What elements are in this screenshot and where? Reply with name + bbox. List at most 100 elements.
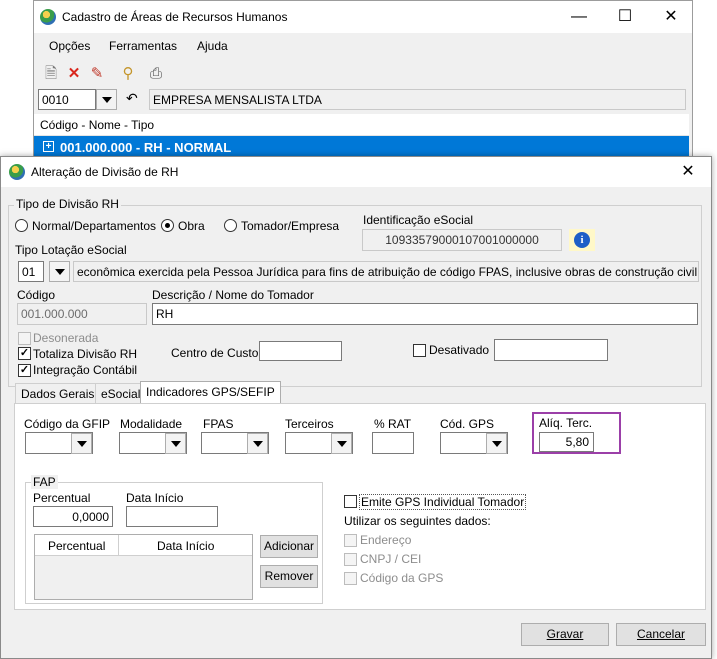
tab-esocial[interactable]: eSocial: [95, 383, 147, 403]
list-header-label: Código - Nome - Tipo: [40, 118, 155, 132]
bg-titlebar: Cadastro de Áreas de Recursos Humanos — …: [34, 1, 692, 33]
fap-table: Percentual Data Início: [34, 534, 253, 600]
emite-gps-checkbox[interactable]: [344, 495, 357, 508]
codigo-field: 001.000.000: [17, 303, 147, 325]
emite-gps-label: Emite GPS Individual Tomador: [359, 494, 527, 510]
identificacao-field: 10933579000107001000000: [362, 229, 562, 251]
company-name-field: EMPRESA MENSALISTA LTDA: [149, 89, 686, 110]
desativado-checkbox[interactable]: [413, 344, 426, 357]
cancelar-button[interactable]: Cancelar: [616, 623, 706, 646]
remover-button[interactable]: Remover: [260, 565, 318, 588]
modalidade-select[interactable]: [119, 432, 187, 454]
adicionar-button[interactable]: Adicionar: [260, 535, 318, 558]
descricao-field[interactable]: RH: [152, 303, 698, 325]
tipo-divisao-label: Tipo de Divisão RH: [14, 197, 121, 211]
desonerada-label: Desonerada: [33, 331, 99, 345]
new-document-icon[interactable]: 🗎: [42, 65, 60, 83]
company-code-field[interactable]: 0010: [38, 89, 96, 110]
utilizar-label: Utilizar os seguintes dados:: [344, 514, 491, 528]
cnpj-cei-label: CNPJ / CEI: [360, 552, 422, 566]
codigo-gps-label: Código da GPS: [360, 571, 444, 585]
menu-ferramentas[interactable]: Ferramentas: [109, 39, 177, 53]
totaliza-label: Totaliza Divisão RH: [33, 347, 138, 361]
division-dialog: Alteração de Divisão de RH ✕ Tipo de Div…: [0, 156, 712, 659]
search-icon[interactable]: ⚲: [119, 65, 137, 83]
cnpj-cei-checkbox[interactable]: [344, 553, 357, 566]
dialog-titlebar: Alteração de Divisão de RH ✕: [1, 157, 711, 187]
radio-normal[interactable]: [15, 219, 28, 232]
aliq-terc-highlight: Alíq. Terc. 5,80: [532, 412, 621, 454]
desonerada-checkbox[interactable]: [18, 332, 31, 345]
fpas-select[interactable]: [201, 432, 269, 454]
cod-gps-select[interactable]: [440, 432, 508, 454]
fpas-label: FPAS: [203, 417, 234, 431]
fpas-dropdown[interactable]: [247, 433, 268, 454]
menu-opcoes[interactable]: Opções: [49, 39, 90, 53]
tipo-lotacao-code[interactable]: 01: [18, 261, 44, 282]
rat-field[interactable]: [372, 432, 414, 454]
close-icon[interactable]: ✕: [648, 1, 694, 33]
menu-ajuda[interactable]: Ajuda: [197, 39, 228, 53]
radio-normal-label: Normal/Departamentos: [32, 219, 157, 233]
info-button[interactable]: i: [569, 229, 595, 251]
identificacao-label: Identificação eSocial: [363, 213, 474, 227]
tab-indicadores-gps[interactable]: Indicadores GPS/SEFIP: [140, 381, 281, 404]
company-dropdown-button[interactable]: [96, 89, 117, 110]
radio-tomador-label: Tomador/Empresa: [241, 219, 340, 233]
modalidade-dropdown[interactable]: [165, 433, 186, 454]
codigo-gfip-dropdown[interactable]: [71, 433, 92, 454]
tab-dados-gerais[interactable]: Dados Gerais: [15, 383, 101, 403]
desativado-field[interactable]: [494, 339, 608, 361]
fap-col-data-inicio[interactable]: Data Início: [157, 539, 214, 553]
list-item-selected[interactable]: + 001.000.000 - RH - NORMAL: [34, 136, 689, 158]
list-item-label: 001.000.000 - RH - NORMAL: [60, 140, 232, 155]
cod-gps-label: Cód. GPS: [440, 417, 495, 431]
codigo-label: Código: [17, 288, 56, 302]
gravar-button[interactable]: Gravar: [521, 623, 609, 646]
codigo-gfip-select[interactable]: [25, 432, 93, 454]
codigo-gfip-label: Código da GFIP: [24, 417, 111, 431]
bg-window-title: Cadastro de Áreas de Recursos Humanos: [62, 10, 288, 24]
integracao-label: Integração Contábil: [33, 363, 138, 377]
integracao-checkbox[interactable]: ✓: [18, 364, 31, 377]
terceiros-dropdown[interactable]: [331, 433, 352, 454]
codigo-gps-checkbox[interactable]: [344, 572, 357, 585]
endereco-checkbox[interactable]: [344, 534, 357, 547]
tipo-lotacao-label: Tipo Lotação eSocial: [15, 243, 127, 257]
app-icon: [9, 164, 25, 180]
radio-obra[interactable]: [161, 219, 174, 232]
aliq-terc-field[interactable]: 5,80: [539, 432, 594, 452]
fap-title: FAP: [31, 475, 58, 489]
undo-icon[interactable]: ↶: [126, 90, 138, 107]
maximize-icon[interactable]: ☐: [602, 1, 648, 33]
app-icon: [40, 9, 56, 25]
fap-percentual-field[interactable]: 0,0000: [33, 506, 113, 527]
modalidade-label: Modalidade: [120, 417, 183, 431]
aliq-terc-label: Alíq. Terc.: [539, 416, 593, 430]
radio-tomador[interactable]: [224, 219, 237, 232]
list-header: Código - Nome - Tipo: [34, 114, 689, 136]
fap-table-header: Percentual Data Início: [35, 535, 252, 556]
print-icon[interactable]: ⎙: [147, 65, 165, 83]
fap-data-inicio-label: Data Início: [126, 491, 184, 505]
expand-icon[interactable]: +: [43, 141, 54, 152]
delete-icon[interactable]: ✕: [65, 65, 83, 83]
minimize-icon[interactable]: —: [556, 1, 602, 33]
tipo-lotacao-desc: econômica exercida pela Pessoa Jurídica …: [73, 261, 699, 282]
cod-gps-dropdown[interactable]: [486, 433, 507, 454]
tab-panel: Código da GFIP Modalidade FPAS Terceiros…: [14, 403, 706, 610]
tipo-lotacao-dropdown[interactable]: [49, 261, 70, 282]
dialog-close-icon[interactable]: ✕: [665, 156, 711, 188]
totaliza-checkbox[interactable]: ✓: [18, 347, 31, 360]
centro-custo-field[interactable]: [259, 341, 342, 361]
edit-icon[interactable]: ✎: [88, 65, 106, 83]
rat-label: % RAT: [374, 417, 412, 431]
fap-percentual-label: Percentual: [33, 491, 91, 505]
fap-col-percentual[interactable]: Percentual: [48, 539, 105, 553]
desativado-label: Desativado: [429, 343, 490, 357]
fap-data-inicio-field[interactable]: [126, 506, 218, 527]
terceiros-select[interactable]: [285, 432, 353, 454]
descricao-label: Descrição / Nome do Tomador: [152, 288, 314, 302]
dialog-title: Alteração de Divisão de RH: [31, 165, 179, 179]
radio-obra-label: Obra: [178, 219, 205, 233]
